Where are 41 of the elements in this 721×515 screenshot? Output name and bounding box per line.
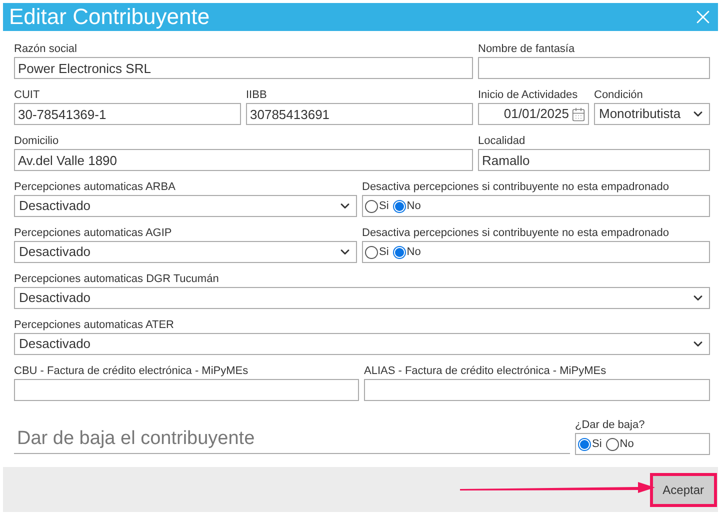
field-label: Percepciones automaticas AGIP (14, 227, 173, 240)
field-label: ¿Dar de baja? (575, 419, 646, 432)
dropdown[interactable]: Desactivado (14, 333, 710, 355)
radio-option[interactable]: Si (365, 198, 389, 214)
text-field[interactable]: 30-78541369-1 (14, 103, 241, 125)
input-field[interactable]: Dar de baja el contribuyente (14, 424, 570, 454)
date-field[interactable]: 01/01/2025 (478, 103, 589, 125)
field-label: CBU - Factura de crédito electrónica - MiPyMEs (14, 365, 250, 378)
field-label: Inicio de Actividades (478, 89, 579, 102)
field-label: Desactiva percepciones si contribuyente no esta empadronado (362, 227, 670, 240)
radio-option[interactable]: Si (365, 244, 389, 260)
radio-option[interactable]: No (392, 198, 421, 214)
radio-option[interactable]: No (606, 436, 634, 452)
text-field[interactable] (14, 379, 359, 401)
text-field[interactable]: 30785413691 (246, 103, 473, 125)
text-field[interactable] (478, 57, 710, 79)
field-label: Condición (594, 89, 644, 102)
calendar-icon[interactable] (571, 106, 586, 122)
text-field[interactable]: Ramallo (478, 149, 710, 171)
field-label: Desactiva percepciones si contribuyente no esta empadronado (362, 181, 670, 194)
accept-button[interactable]: Aceptar (650, 472, 717, 506)
radio-option[interactable]: No (392, 244, 421, 260)
field-label: Localidad (478, 135, 526, 148)
dropdown[interactable]: Desactivado (14, 241, 357, 263)
field-label: Percepciones automaticas DGR Tucumán (14, 273, 220, 286)
field-label: Percepciones automaticas ARBA (14, 181, 176, 194)
text-field[interactable]: Power Electronics SRL (14, 57, 473, 79)
field-label: Nombre de fantasía (478, 43, 576, 56)
field-label: CUIT (14, 89, 41, 102)
dropdown[interactable]: Desactivado (14, 195, 357, 217)
field-label: ALIAS - Factura de crédito electrónica - MiPyMEs (364, 365, 608, 378)
dropdown[interactable]: Desactivado (14, 287, 710, 309)
field-label: Percepciones automaticas ATER (14, 319, 175, 332)
field-label: IIBB (246, 89, 268, 102)
radio-option[interactable]: Si (578, 436, 602, 452)
dropdown[interactable]: Monotributista (594, 103, 710, 125)
text-field[interactable] (364, 379, 710, 401)
window-title: Editar Contribuyente (9, 6, 210, 28)
field-label: Razón social (14, 43, 78, 56)
text-field[interactable]: Av.del Valle 1890 (14, 149, 473, 171)
field-label: Domicilio (14, 135, 60, 148)
